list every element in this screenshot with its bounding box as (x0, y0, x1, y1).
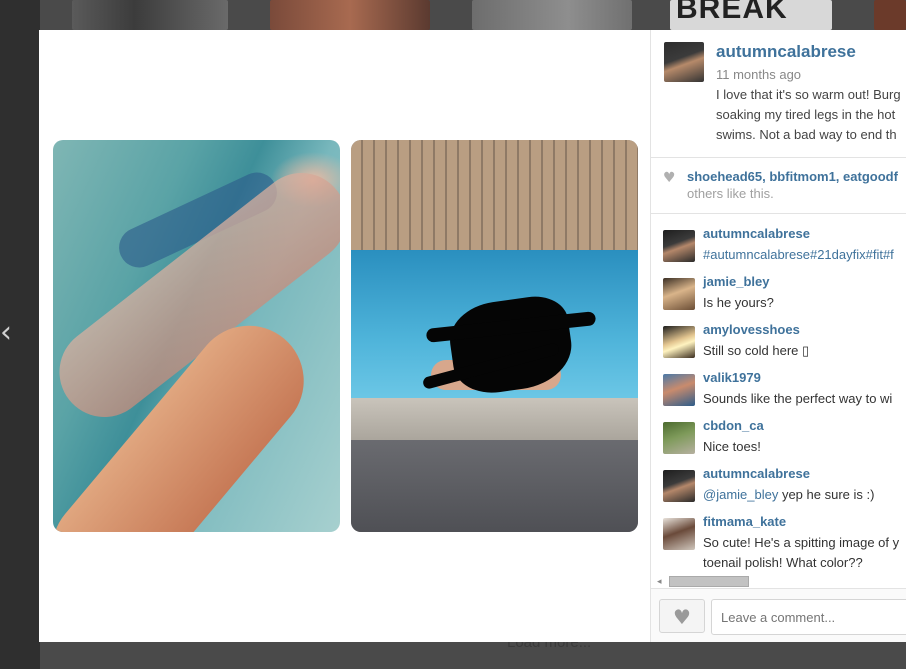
heart-icon: ♥ (663, 170, 676, 186)
horizontal-scrollbar[interactable]: ◂ (655, 574, 906, 588)
likes-section: ♥ shoehead65, bbfitmom1, eatgoodf others… (651, 158, 906, 214)
photo-child-at-pool (351, 140, 638, 532)
thumbnail-text: BREAK (676, 0, 788, 25)
scroll-left-icon[interactable]: ◂ (657, 574, 662, 588)
post-header: autumncalabrese 11 months ago I love tha… (651, 30, 906, 158)
avatar[interactable] (663, 422, 695, 454)
caption-line: I love that it's so warm out! Burg (716, 87, 901, 102)
likers-list[interactable]: shoehead65, bbfitmom1, eatgoodf (687, 169, 898, 184)
comment-input[interactable] (711, 599, 906, 635)
comment-username[interactable]: autumncalabrese (703, 466, 810, 481)
feed-thumbnail[interactable] (874, 0, 906, 30)
comment-text: Sounds like the perfect way to wi (703, 391, 893, 406)
mention-link[interactable]: @jamie_bley (703, 487, 778, 502)
likes-summary: others like this. (687, 186, 774, 201)
avatar[interactable] (663, 518, 695, 550)
comment-username[interactable]: fitmama_kate (703, 514, 786, 529)
comment-list: autumncalabrese #autumncalabrese#21dayfi… (651, 220, 906, 570)
comments-sidebar: autumncalabrese 11 months ago I love tha… (650, 30, 906, 642)
caption-line: swims. Not a bad way to end th (716, 127, 897, 142)
comment-username[interactable]: autumncalabrese (703, 226, 810, 241)
photo-legs-in-pool (53, 140, 340, 532)
avatar[interactable] (663, 326, 695, 358)
comment-username[interactable]: valik1979 (703, 370, 761, 385)
avatar[interactable] (663, 470, 695, 502)
avatar[interactable] (663, 374, 695, 406)
avatar[interactable] (663, 278, 695, 310)
avatar[interactable] (664, 42, 704, 82)
comment-text: Still so cold here ▯ (703, 343, 810, 358)
redacted-person (411, 292, 597, 420)
feed-thumbnail[interactable] (472, 0, 632, 30)
chevron-left-icon[interactable]: ‹ (0, 318, 16, 348)
feed-thumbnail[interactable]: BREAK (670, 0, 832, 30)
deck-shape (351, 440, 638, 532)
comment-footer: ♥ (651, 588, 906, 642)
comment-line: toenail polish! What color?? (703, 555, 863, 570)
comment-username[interactable]: cbdon_ca (703, 418, 764, 433)
comment-username[interactable]: jamie_bley (703, 274, 770, 289)
heart-icon: ♥ (673, 605, 691, 629)
feed-thumbnail[interactable] (270, 0, 430, 30)
comment-username[interactable]: amylovesshoes (703, 322, 800, 337)
feed-thumbnail[interactable] (72, 0, 228, 30)
post-username[interactable]: autumncalabrese (716, 42, 856, 62)
hashtag-link[interactable]: #autumncalabrese#21dayfix#fit#f (703, 247, 894, 262)
comment-line: So cute! He's a spitting image of y (703, 535, 900, 550)
comment-text: Is he yours? (703, 295, 774, 310)
scrollbar-thumb[interactable] (669, 576, 749, 587)
comment-text: #autumncalabrese#21dayfix#fit#f (703, 245, 906, 265)
media-panel (39, 30, 650, 642)
comment-text: So cute! He's a spitting image of y toen… (703, 533, 906, 570)
avatar[interactable] (663, 230, 695, 262)
caption-line: soaking my tired legs in the hot (716, 107, 896, 122)
comment-body: yep he sure is :) (778, 487, 875, 502)
post-timestamp[interactable]: 11 months ago (716, 67, 801, 82)
post-caption: I love that it's so warm out! Burg soaki… (716, 85, 906, 145)
fence-shape (351, 140, 638, 250)
comment-text: @jamie_bley yep he sure is :) (703, 485, 906, 505)
comment-text: Nice toes! (703, 439, 761, 454)
photo-modal: autumncalabrese 11 months ago I love tha… (39, 30, 906, 642)
like-button[interactable]: ♥ (659, 599, 705, 633)
